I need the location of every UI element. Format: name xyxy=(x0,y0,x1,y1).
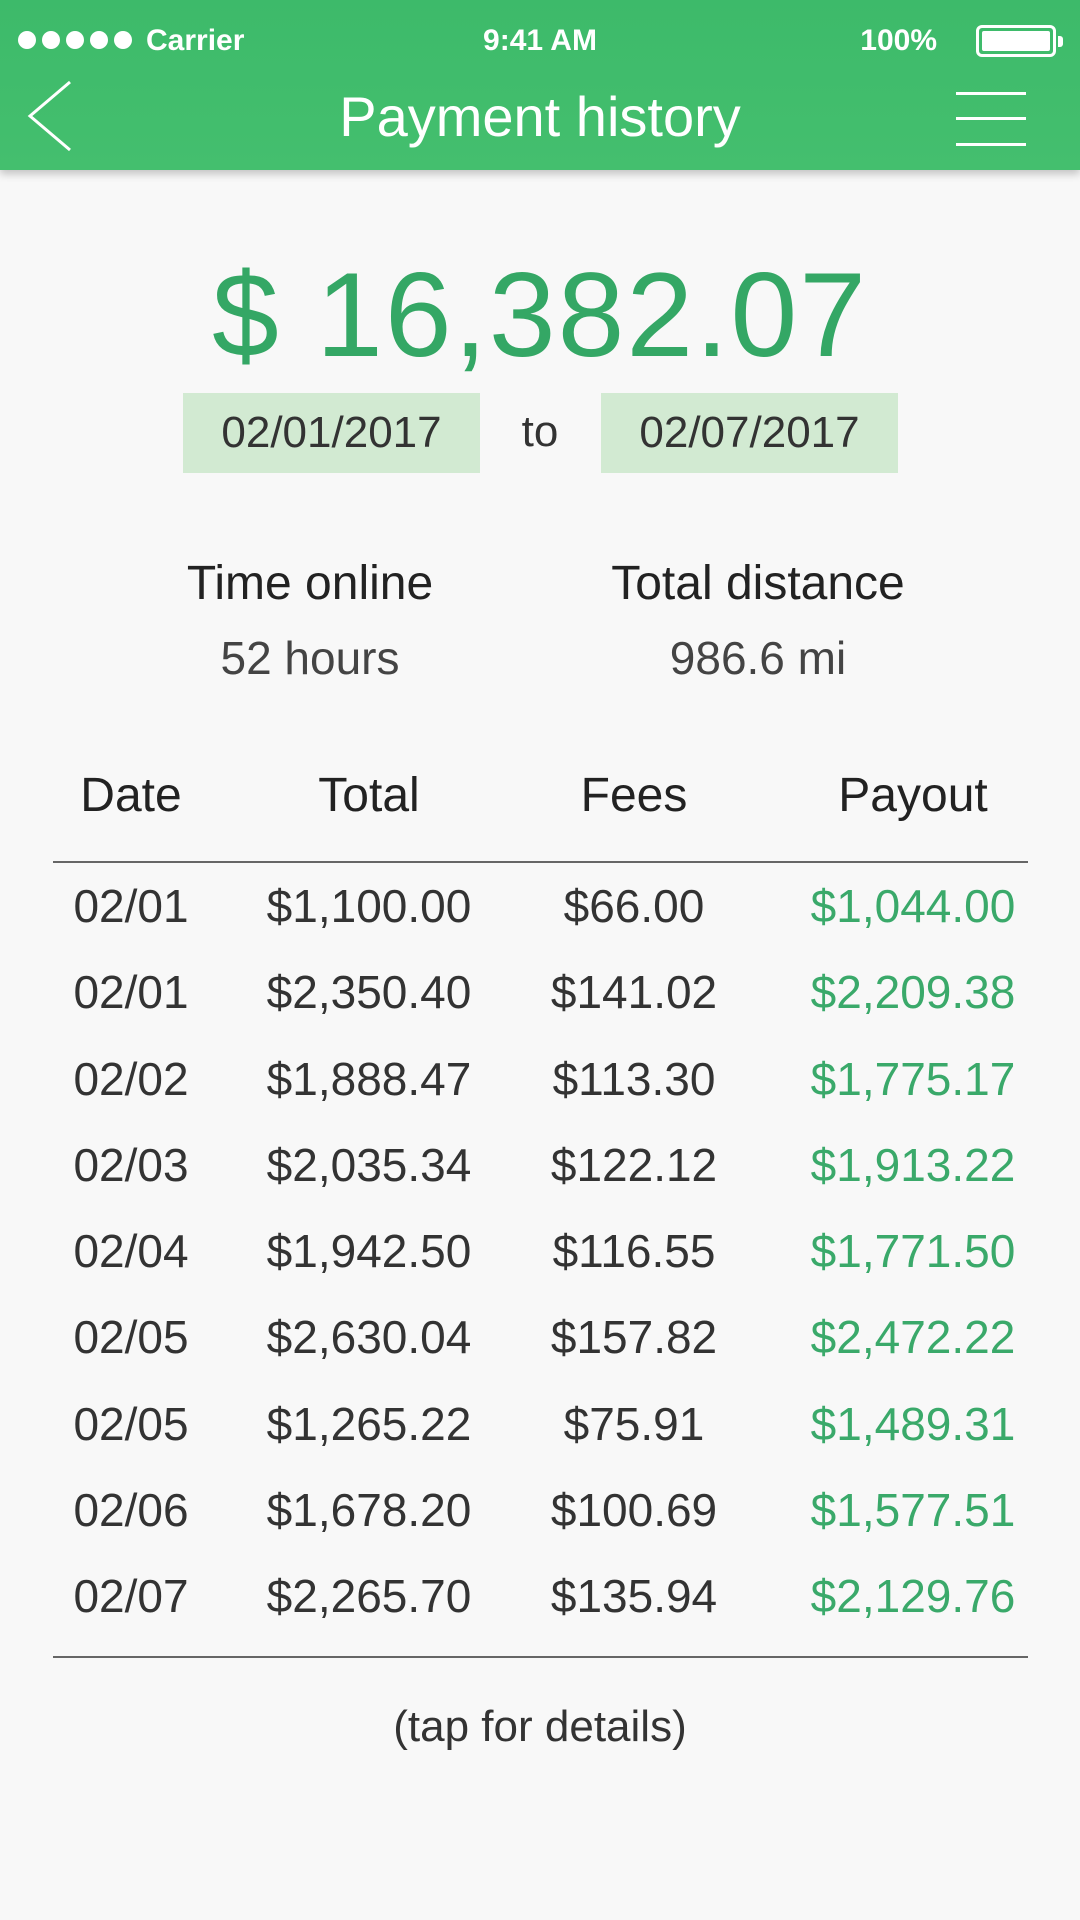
battery-percent: 100% xyxy=(860,24,937,57)
status-bar: Carrier 9:41 AM 100% xyxy=(0,0,1080,80)
row-fees: $141.02 xyxy=(550,966,718,1019)
header-date: Date xyxy=(80,769,182,822)
table-header: Date Total Fees Payout xyxy=(53,768,1028,828)
table-row[interactable]: 02/01 $1,100.00 $66.00 $1,044.00 xyxy=(53,876,1028,962)
row-date: 02/01 xyxy=(73,966,189,1019)
row-payout: $1,771.50 xyxy=(810,1225,1016,1278)
row-payout: $1,577.51 xyxy=(810,1484,1016,1537)
row-payout: $1,044.00 xyxy=(810,880,1016,932)
table-divider-bottom xyxy=(53,1656,1028,1658)
menu-button[interactable] xyxy=(956,92,1026,148)
row-payout: $2,209.38 xyxy=(810,966,1016,1019)
table-row[interactable]: 02/05 $1,265.22 $75.91 $1,489.31 xyxy=(53,1394,1028,1480)
row-total: $1,888.47 xyxy=(266,1052,472,1105)
payment-table: 02/01 $1,100.00 $66.00 $1,044.00 02/01 $… xyxy=(53,876,1028,1653)
table-row[interactable]: 02/01 $2,350.40 $141.02 $2,209.38 xyxy=(53,962,1028,1048)
row-date: 02/03 xyxy=(73,1138,189,1191)
header-total: Total xyxy=(318,769,420,822)
total-distance-value: 986.6 mi xyxy=(669,632,847,684)
tap-for-details-hint: (tap for details) xyxy=(393,1702,687,1751)
row-total: $2,265.70 xyxy=(266,1570,472,1623)
table-row[interactable]: 02/04 $1,942.50 $116.55 $1,771.50 xyxy=(53,1221,1028,1307)
row-payout: $1,775.17 xyxy=(810,1052,1016,1105)
row-date: 02/01 xyxy=(73,880,189,932)
page-title: Payment history xyxy=(339,85,741,148)
table-row[interactable]: 02/03 $2,035.34 $122.12 $1,913.22 xyxy=(53,1135,1028,1221)
date-from-field[interactable]: 02/01/2017 xyxy=(183,393,480,473)
battery-icon xyxy=(976,25,1063,57)
total-distance-label: Total distance xyxy=(611,557,905,610)
row-date: 02/04 xyxy=(73,1225,189,1278)
top-bar: Carrier 9:41 AM 100% Payment history xyxy=(0,0,1080,170)
row-total: $1,678.20 xyxy=(266,1484,472,1537)
header-fees: Fees xyxy=(580,769,688,822)
table-row[interactable]: 02/02 $1,888.47 $113.30 $1,775.17 xyxy=(53,1049,1028,1135)
row-fees: $157.82 xyxy=(550,1311,718,1364)
row-fees: $135.94 xyxy=(550,1570,718,1623)
row-fees: $122.12 xyxy=(550,1138,718,1191)
time-online-stat: Time online 52 hours xyxy=(100,556,520,685)
row-payout: $1,913.22 xyxy=(810,1138,1016,1191)
table-divider-top xyxy=(53,861,1028,863)
total-amount: $ 16,382.07 xyxy=(212,248,868,382)
row-date: 02/05 xyxy=(73,1311,189,1364)
row-payout: $2,129.76 xyxy=(810,1570,1016,1623)
row-fees: $75.91 xyxy=(563,1397,705,1450)
time-online-value: 52 hours xyxy=(220,632,400,684)
row-date: 02/06 xyxy=(73,1484,189,1537)
row-total: $1,942.50 xyxy=(266,1225,472,1278)
table-row[interactable]: 02/07 $2,265.70 $135.94 $2,129.76 xyxy=(53,1566,1028,1652)
date-to-field[interactable]: 02/07/2017 xyxy=(601,393,898,473)
row-date: 02/05 xyxy=(73,1397,189,1450)
row-fees: $100.69 xyxy=(550,1484,718,1537)
time-online-label: Time online xyxy=(186,557,434,610)
table-row[interactable]: 02/05 $2,630.04 $157.82 $2,472.22 xyxy=(53,1307,1028,1393)
row-fees: $116.55 xyxy=(552,1225,716,1278)
header-payout: Payout xyxy=(838,769,988,822)
row-total: $1,265.22 xyxy=(266,1397,472,1450)
row-total: $2,350.40 xyxy=(266,966,472,1019)
row-fees: $66.00 xyxy=(563,880,705,932)
row-date: 02/07 xyxy=(73,1570,189,1623)
row-total: $2,035.34 xyxy=(266,1138,472,1191)
row-total: $1,100.00 xyxy=(266,880,472,932)
total-distance-stat: Total distance 986.6 mi xyxy=(548,556,968,685)
row-payout: $2,472.22 xyxy=(810,1311,1016,1364)
date-range-separator: to xyxy=(521,407,559,456)
row-payout: $1,489.31 xyxy=(810,1397,1016,1450)
table-row[interactable]: 02/06 $1,678.20 $100.69 $1,577.51 xyxy=(53,1480,1028,1566)
row-date: 02/02 xyxy=(73,1052,189,1105)
row-fees: $113.30 xyxy=(552,1052,716,1105)
row-total: $2,630.04 xyxy=(266,1311,472,1364)
